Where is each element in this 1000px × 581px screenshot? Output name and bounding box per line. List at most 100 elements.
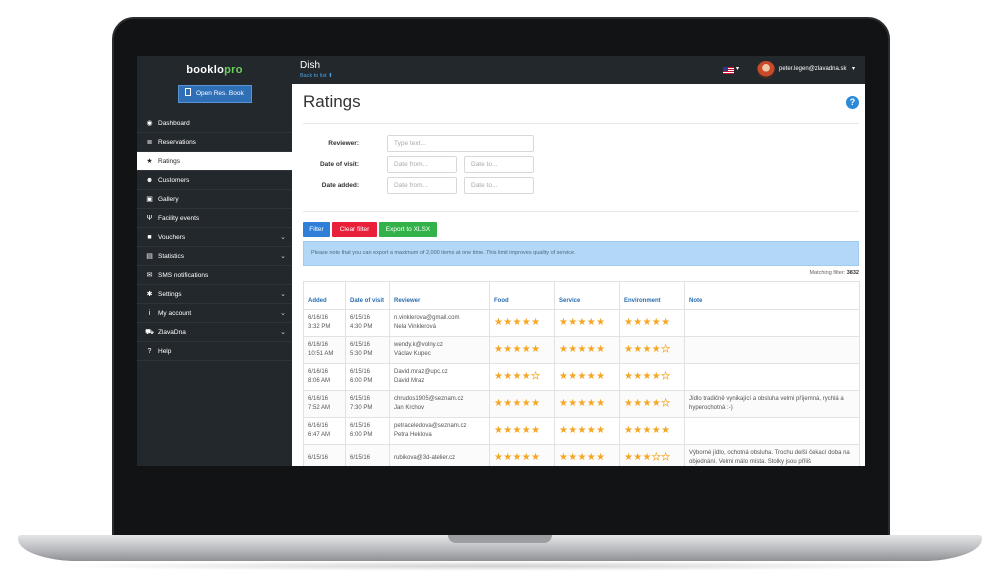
clear-filter-button[interactable]: Clear filter — [332, 222, 377, 237]
star-rating: ★★★★★ — [494, 398, 540, 409]
added-date-from-input[interactable]: Date from... — [387, 177, 457, 194]
back-to-list-link[interactable]: Back to list ⬆ — [300, 73, 333, 79]
star-filled-icon: ★ — [586, 370, 597, 382]
table-row[interactable]: 6/16/16 10:51 AM 6/15/16 5:30 PM wendy.k@vol… — [303, 336, 860, 364]
sidebar-item-gallery[interactable]: ▣ Gallery — [137, 190, 292, 209]
food-rating-cell: ★★★★★ — [489, 336, 555, 364]
note-cell: Výborné jídlo, ochotná obsluha. Trochu d… — [684, 444, 860, 466]
star-filled-icon: ★ — [651, 370, 662, 382]
star-empty-icon: ★ — [661, 343, 671, 355]
column-header-reviewer[interactable]: Reviewer — [389, 281, 490, 310]
visit-time: 5:30 PM — [350, 351, 373, 357]
export-xlsx-button[interactable]: Export to XLSX — [379, 222, 437, 237]
star-rating: ★★★★★ — [559, 317, 605, 328]
added-date-to-input[interactable]: Date to... — [464, 177, 534, 194]
help-icon[interactable]: ? — [846, 96, 859, 109]
star-filled-icon: ★ — [586, 424, 597, 436]
star-filled-icon: ★ — [512, 451, 522, 463]
service-rating-cell: ★★★★★ — [554, 417, 620, 445]
visit-date-to-input[interactable]: Date to... — [464, 156, 534, 173]
star-rating: ★★★★★ — [494, 371, 540, 382]
language-caret-icon[interactable]: ▾ — [736, 65, 739, 72]
star-filled-icon: ★ — [586, 397, 597, 409]
sidebar-item-my-account[interactable]: i My account ⌄ — [137, 304, 292, 323]
sidebar-item-dashboard[interactable]: ◉ Dashboard — [137, 114, 292, 133]
avatar[interactable] — [757, 61, 775, 79]
reviewer-input[interactable]: Type text... — [387, 135, 534, 152]
star-filled-icon: ★ — [624, 397, 634, 409]
column-header-service[interactable]: Service — [554, 281, 620, 310]
booklo-logo[interactable]: booklopro — [137, 56, 292, 84]
sidebar-item-settings[interactable]: ✱ Settings ⌄ — [137, 285, 292, 304]
sidebar-item-vouchers[interactable]: ■ Vouchers ⌄ — [137, 228, 292, 247]
star-filled-icon: ★ — [559, 370, 569, 382]
sidebar-item-sms-notifications[interactable]: ✉ SMS notifications — [137, 266, 292, 285]
star-filled-icon: ★ — [586, 316, 597, 328]
star-filled-icon: ★ — [633, 424, 643, 436]
reviewer-email: n.vinklerova@gmail.com — [394, 315, 460, 321]
date-added-label: Date added: — [321, 182, 359, 189]
star-filled-icon: ★ — [624, 370, 634, 382]
chevron-down-icon[interactable]: ⌄ — [280, 304, 286, 323]
table-row[interactable]: 6/16/16 6:47 AM 6/15/16 6:00 PM petraceledov… — [303, 417, 860, 445]
environment-rating-cell: ★★★★★ — [619, 444, 685, 466]
sidebar-item-ratings[interactable]: ★ Ratings — [137, 152, 292, 171]
sidebar-item-help[interactable]: ? Help — [137, 342, 292, 361]
star-filled-icon: ★ — [642, 424, 652, 436]
star-icon: ★ — [146, 158, 153, 165]
food-rating-cell: ★★★★★ — [489, 390, 555, 418]
table-row[interactable]: 6/16/16 3:32 PM 6/15/16 4:30 PM n.vinklerova… — [303, 309, 860, 337]
star-rating: ★★★★★ — [624, 371, 670, 382]
ratings-table: Added Date of visit Reviewer Food Service Env… — [303, 281, 860, 466]
column-header-food[interactable]: Food — [489, 281, 555, 310]
column-header-note[interactable]: Note — [684, 281, 860, 310]
sidebar-item-zlavadna[interactable]: ⛟ ZlavaDna ⌄ — [137, 323, 292, 342]
column-header-environment[interactable]: Environment — [619, 281, 685, 310]
reviewer-cell: David.mraz@upc.cz David Mraz — [389, 363, 490, 391]
food-rating-cell: ★★★★★ — [489, 363, 555, 391]
user-email[interactable]: peter.legen@zlavadna.sk — [779, 66, 846, 72]
visit-cell: 6/15/16 6:00 PM — [345, 417, 390, 445]
star-filled-icon: ★ — [661, 424, 671, 436]
sidebar-item-label: Facility events — [158, 215, 200, 222]
star-filled-icon: ★ — [503, 343, 513, 355]
star-rating: ★★★★★ — [559, 452, 605, 463]
book-icon — [185, 88, 191, 96]
table-row[interactable]: 6/16/16 7:52 AM 6/15/16 7:30 PM chrudos1905@… — [303, 390, 860, 418]
sidebar-item-customers[interactable]: ☻ Customers — [137, 171, 292, 190]
reviewer-label: Reviewer: — [328, 140, 359, 147]
visit-time: 4:30 PM — [350, 324, 373, 330]
added-cell: 6/16/16 8:06 AM — [303, 363, 346, 391]
column-header-date-of-visit[interactable]: Date of visit — [345, 281, 390, 310]
sidebar-item-facility-events[interactable]: Ψ Facility events — [137, 209, 292, 228]
filter-button[interactable]: Filter — [303, 222, 330, 237]
table-row[interactable]: 6/16/16 8:06 AM 6/15/16 6:00 PM David.mraz@u… — [303, 363, 860, 391]
sidebar-item-statistics[interactable]: ▤ Statistics ⌄ — [137, 247, 292, 266]
star-filled-icon: ★ — [521, 343, 532, 355]
reviewer-name: David Mraz — [394, 378, 425, 384]
star-filled-icon: ★ — [624, 451, 634, 463]
chevron-down-icon[interactable]: ⌄ — [280, 247, 286, 266]
added-date: 6/16/16 — [308, 369, 329, 375]
sidebar-item-reservations[interactable]: ≣ Reservations — [137, 133, 292, 152]
visit-cell: 6/15/16 7:30 PM — [345, 390, 390, 418]
us-flag-icon[interactable] — [723, 67, 734, 74]
info-icon: i — [148, 310, 151, 317]
star-filled-icon: ★ — [642, 343, 652, 355]
reviewer-name: Jan Krchov — [394, 405, 425, 411]
chevron-down-icon[interactable]: ⌄ — [280, 228, 286, 247]
star-filled-icon: ★ — [494, 343, 504, 355]
chevron-down-icon[interactable]: ⌄ — [280, 285, 286, 304]
star-empty-icon: ★ — [531, 370, 541, 382]
table-row[interactable]: 6/15/16 6/15/16 rubikova@3d-atelier.cz ★★★★… — [303, 444, 860, 466]
star-filled-icon: ★ — [586, 343, 597, 355]
food-rating-cell: ★★★★★ — [489, 444, 555, 466]
open-res-book-button[interactable]: Open Res. Book — [178, 85, 252, 103]
visit-date-from-input[interactable]: Date from... — [387, 156, 457, 173]
column-header-added[interactable]: Added — [303, 281, 346, 310]
reviewer-name: Nela Vinklerová — [394, 324, 436, 330]
environment-rating-cell: ★★★★★ — [619, 417, 685, 445]
star-filled-icon: ★ — [494, 316, 504, 328]
user-menu-caret-icon[interactable]: ▾ — [852, 65, 855, 72]
chevron-down-icon[interactable]: ⌄ — [280, 323, 286, 342]
